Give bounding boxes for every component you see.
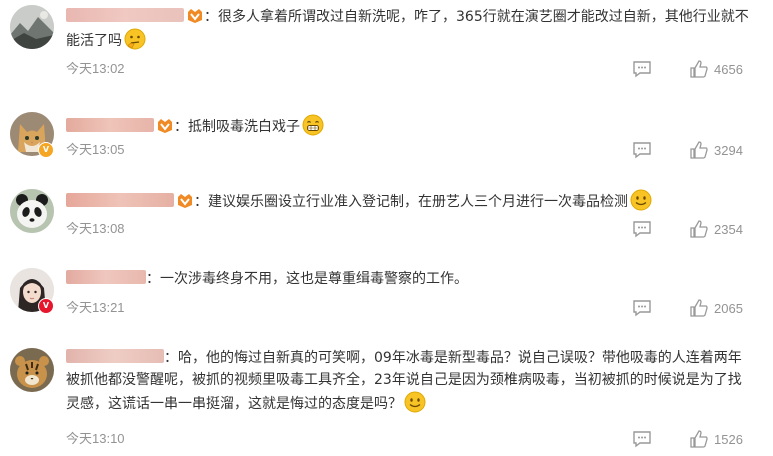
tiger-icon (10, 348, 54, 392)
comment-text: ：抵制吸毒洗白戏子 (174, 119, 300, 135)
verified-badge-icon: V (38, 142, 54, 158)
comment-time: 今天13:21 (66, 300, 125, 315)
smile-emoji-icon (404, 391, 426, 413)
fan-badge-icon (188, 9, 202, 23)
like-button[interactable]: 2065 (690, 298, 743, 318)
mountain-landscape-icon (10, 5, 54, 49)
reply-icon[interactable] (632, 429, 652, 449)
like-count: 2065 (714, 300, 743, 316)
comment-text: ：建议娱乐圈设立行业准入登记制，在册艺人三个月进行一次毒品检测 (194, 194, 628, 210)
like-button[interactable]: 2354 (690, 219, 743, 239)
reply-icon[interactable] (632, 140, 652, 160)
comment-time: 今天13:08 (66, 221, 125, 236)
user-avatar[interactable] (10, 5, 54, 49)
panda-icon (10, 189, 54, 233)
comment-time: 今天13:05 (66, 142, 125, 157)
like-button[interactable]: 4656 (690, 59, 743, 79)
username[interactable] (66, 270, 146, 284)
comment-time: 今天13:02 (66, 61, 125, 76)
thumb-up-icon (690, 299, 708, 317)
like-count: 3294 (714, 142, 743, 158)
thumb-up-icon (690, 141, 708, 159)
thinking-emoji-icon (124, 28, 146, 50)
reply-icon[interactable] (632, 59, 652, 79)
smile-emoji-icon (630, 189, 652, 211)
verified-badge-icon: V (38, 298, 54, 314)
thumb-up-icon (690, 430, 708, 448)
like-count: 1526 (714, 431, 743, 447)
like-button[interactable]: 1526 (690, 429, 743, 449)
reply-icon[interactable] (632, 219, 652, 239)
username[interactable] (66, 118, 154, 132)
thumb-up-icon (690, 60, 708, 78)
user-avatar[interactable] (10, 348, 54, 392)
comment-time: 今天13:10 (66, 431, 125, 446)
username[interactable] (66, 193, 174, 207)
username[interactable] (66, 8, 184, 22)
reply-icon[interactable] (632, 298, 652, 318)
fan-badge-icon (178, 194, 192, 208)
like-count: 4656 (714, 61, 743, 77)
fan-badge-icon (158, 119, 172, 133)
grin-emoji-icon (302, 114, 324, 136)
comment-text: ：一次涉毒终身不用，这也是尊重缉毒警察的工作。 (146, 271, 468, 287)
thumb-up-icon (690, 220, 708, 238)
like-count: 2354 (714, 221, 743, 237)
like-button[interactable]: 3294 (690, 140, 743, 160)
user-avatar[interactable] (10, 189, 54, 233)
username[interactable] (66, 349, 164, 363)
